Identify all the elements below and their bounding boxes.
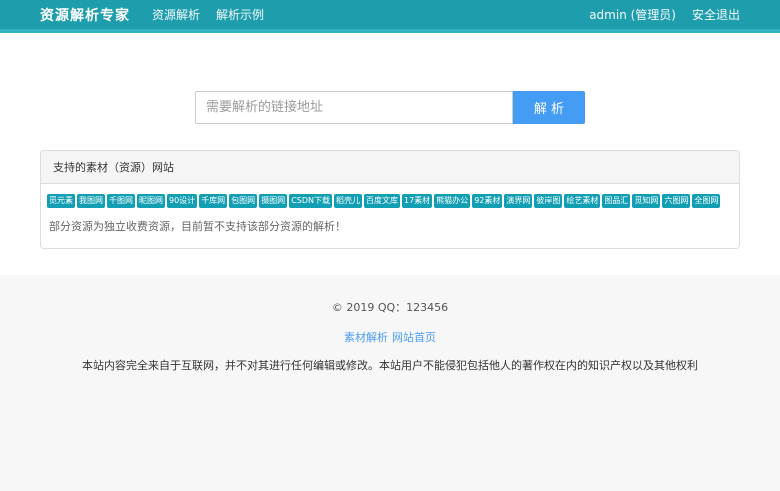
- site-badge[interactable]: 绘艺素材: [564, 194, 601, 208]
- site-badge[interactable]: 演界网: [504, 194, 533, 208]
- parse-url-input[interactable]: [195, 91, 513, 124]
- site-badge[interactable]: 90设计: [167, 194, 198, 208]
- site-badge[interactable]: 昵图网: [137, 194, 165, 208]
- nav-menu: 资源解析 解析示例: [152, 6, 280, 23]
- site-badge[interactable]: 千库网: [199, 194, 228, 208]
- user-account-label[interactable]: admin (管理员): [589, 6, 676, 23]
- site-badge[interactable]: 觅元素: [47, 194, 75, 208]
- site-badge[interactable]: 彼岸图: [534, 194, 563, 208]
- panel-title: 支持的素材（资源）网站: [41, 151, 739, 184]
- nav-item[interactable]: 资源解析: [152, 6, 200, 23]
- parse-button[interactable]: 解 析: [513, 91, 585, 124]
- footer-link[interactable]: 素材解析: [344, 331, 388, 344]
- brand-link[interactable]: 资源解析专家: [40, 5, 130, 25]
- footer-link[interactable]: 网站首页: [392, 331, 436, 344]
- nav-right: admin (管理员) 安全退出: [589, 6, 740, 23]
- main-content: 解 析 支持的素材（资源）网站 觅元素我图网千图网昵图网90设计千库网包图网摄图…: [0, 33, 780, 275]
- site-badge-list: 觅元素 我图网 千图网 昵图网 90设计 千库网 包图网 摄图网 CSDN下载 稻壳儿 百度文库 17…: [47, 194, 733, 210]
- site-badge[interactable]: 图品汇: [602, 194, 631, 208]
- site-badge[interactable]: 92素材: [472, 194, 503, 208]
- site-badge[interactable]: 千图网: [107, 194, 135, 208]
- site-badge[interactable]: 包图网: [229, 194, 258, 208]
- site-badge[interactable]: 我图网: [77, 194, 105, 208]
- page: 资源解析专家 资源解析解析示例 admin (管理员) 安全退出 解 析 支持的…: [0, 0, 780, 491]
- logout-link[interactable]: 安全退出: [692, 6, 740, 23]
- nav-item[interactable]: 解析示例: [216, 6, 264, 23]
- site-badge[interactable]: 觅知网: [632, 194, 661, 208]
- site-badge[interactable]: 摄图网: [259, 194, 288, 208]
- footer: © 2019 QQ：123456 素材解析 网站首页 本站内容完全来自于互联网，并…: [0, 275, 780, 491]
- site-badge[interactable]: 熊猫办公: [434, 194, 471, 208]
- copyright-text: © 2019 QQ：123456: [331, 301, 449, 314]
- site-badge[interactable]: 17素材: [402, 194, 433, 208]
- panel-note: 部分资源为独立收费资源，目前暂不支持该部分资源的解析！: [49, 220, 346, 233]
- site-badge[interactable]: CSDN下载: [289, 194, 332, 208]
- site-badge[interactable]: 全图网: [692, 194, 721, 208]
- parse-form: 解 析: [195, 91, 585, 124]
- site-badge[interactable]: 稻壳儿: [334, 194, 362, 208]
- site-badge[interactable]: 六图网: [662, 194, 691, 208]
- footer-links: 素材解析 网站首页: [0, 326, 780, 345]
- navbar: 资源解析专家 资源解析 解析示例 admin (管理员) 安全退出: [0, 0, 780, 33]
- supported-sites-panel: 支持的素材（资源）网站 觅元素 我图网 千图网 昵图网 90设计 千库网 包图网 摄图网 CSD…: [40, 150, 740, 249]
- disclaimer-text: 本站内容完全来自于互联网，并不对其进行任何编辑或修改。本站用户不能侵犯包括他人的…: [82, 359, 698, 372]
- site-badge[interactable]: 百度文库: [364, 194, 400, 208]
- panel-body: 觅元素 我图网 千图网 昵图网 90设计 千库网 包图网 摄图网 CSDN下载 稻壳儿 百度文库 17…: [41, 184, 739, 248]
